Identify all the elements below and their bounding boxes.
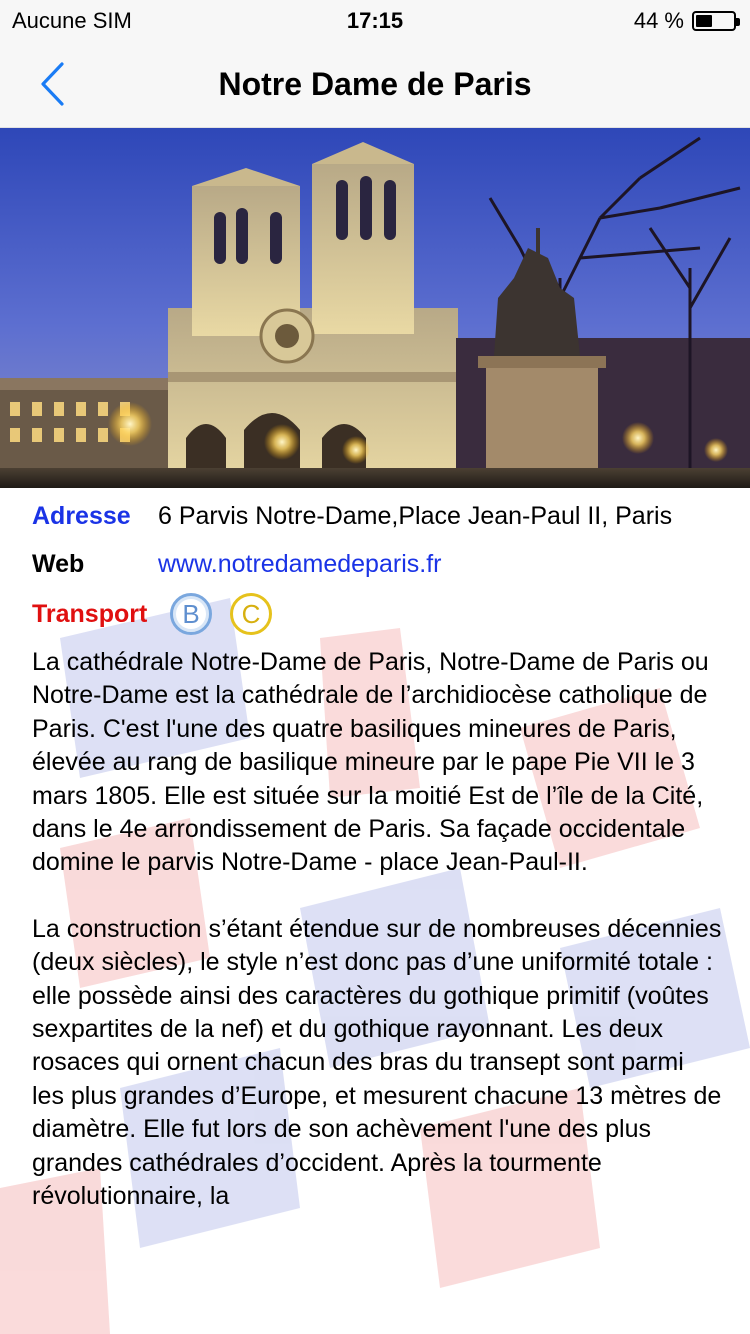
description-paragraph: La cathédrale Notre-Dame de Paris, Notre… [32, 648, 709, 877]
content-area[interactable]: Adresse 6 Parvis Notre-Dame,Place Jean-P… [0, 488, 750, 1334]
battery-icon [692, 11, 740, 31]
battery-percent: 44 % [633, 8, 684, 33]
address-value: 6 Parvis Notre-Dame,Place Jean-Paul II, … [158, 501, 673, 530]
page-title: Notre Dame de Paris [218, 66, 532, 102]
transport-row: Transport B C [32, 593, 290, 635]
cathedral-photo [0, 128, 750, 488]
web-row: Web www.notredamedeparis.fr [32, 544, 441, 584]
cathedral-illustration [0, 128, 750, 488]
address-row: Adresse 6 Parvis Notre-Dame,Place Jean-P… [32, 496, 672, 536]
address-label: Adresse [32, 501, 131, 530]
status-bar: Aucune SIM 17:15 44 % [0, 0, 750, 40]
rer-c-badge[interactable]: C [230, 593, 272, 635]
web-label: Web [32, 549, 85, 578]
battery-tip [736, 18, 740, 26]
transport-label: Transport [32, 599, 148, 628]
website-link[interactable]: www.notredamedeparis.fr [158, 550, 441, 579]
rer-b-badge[interactable]: B [170, 593, 212, 635]
description-paragraph: La construction s’étant étendue sur de n… [32, 914, 722, 1211]
navigation-bar: Notre Dame de Paris [0, 40, 750, 128]
battery-fill [696, 15, 712, 27]
description: La cathédrale Notre-Dame de Paris, Notre… [32, 646, 722, 1214]
battery-status: 44 % [633, 8, 740, 34]
